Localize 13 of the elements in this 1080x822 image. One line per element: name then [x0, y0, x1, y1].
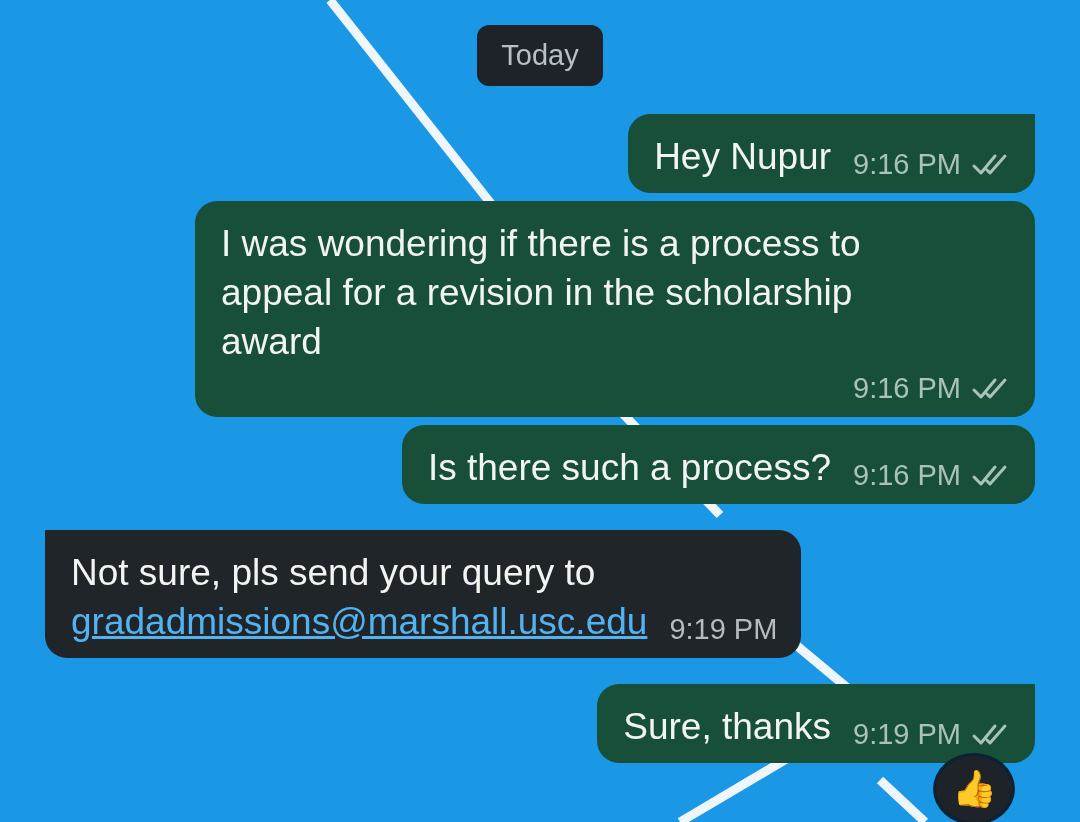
message-text: Hey Nupur — [654, 135, 831, 179]
email-link[interactable]: gradadmissions@marshall.usc.edu — [71, 601, 648, 642]
reaction-badge[interactable]: 👍 — [933, 753, 1015, 822]
message-text: Not sure, pls send your query to gradadmissions@marshall.usc.edu — [71, 551, 648, 644]
message-time: 9:16 PM — [853, 459, 961, 492]
message-time: 9:16 PM — [853, 372, 961, 405]
message-time: 9:19 PM — [669, 613, 778, 646]
message-time: 9:19 PM — [853, 718, 961, 751]
date-chip: Today — [477, 25, 603, 86]
message-text: Sure, thanks — [623, 705, 831, 749]
message-time: 9:16 PM — [853, 148, 961, 181]
message-text: I was wondering if there is a process to appeal for a revision in the scholarship award — [221, 222, 862, 364]
message-text: Is there such a process? — [427, 446, 831, 490]
